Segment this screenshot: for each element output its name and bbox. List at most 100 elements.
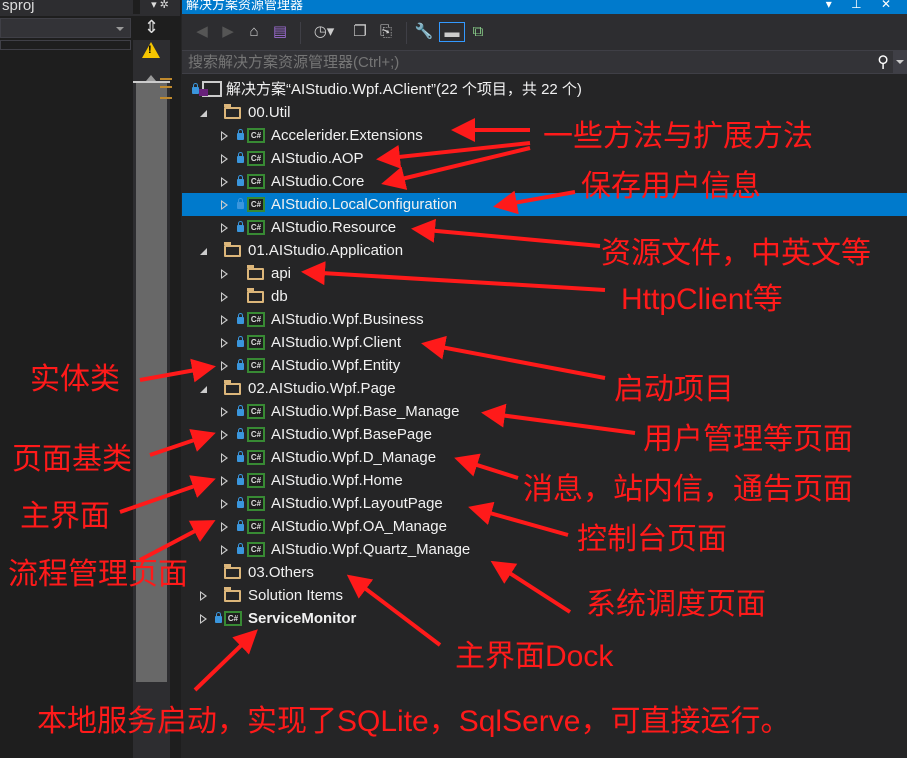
class-diagram-icon[interactable]: ⧉: [468, 22, 488, 42]
tree-item-label: ServiceMonitor: [248, 610, 357, 627]
switch-views-icon[interactable]: ▤: [270, 22, 290, 42]
tree-item-label: 01.AIStudio.Application: [248, 242, 404, 259]
collapsed-arrow-icon[interactable]: [221, 522, 228, 532]
folder-icon: [224, 104, 241, 119]
tree-item-label: 00.Util: [248, 104, 291, 121]
tree-item[interactable]: C# AIStudio.Wpf.Base_Manage: [182, 400, 907, 423]
member-dropdown[interactable]: [0, 18, 131, 38]
tree-item-label: 03.Others: [248, 564, 314, 581]
tree-item-label: AIStudio.LocalConfiguration: [271, 196, 457, 213]
annotation-user-mgmt: 用户管理等页面: [643, 423, 853, 456]
forward-icon[interactable]: ▶: [218, 22, 238, 42]
csharp-project-icon: C#: [247, 542, 265, 557]
tree-item-label: AIStudio.Wpf.BasePage: [271, 426, 432, 443]
annotation-scheduler: 系统调度页面: [586, 588, 766, 621]
collapsed-arrow-icon[interactable]: [221, 338, 228, 348]
lock-icon: [237, 359, 244, 370]
properties-icon[interactable]: 🔧: [414, 22, 434, 42]
tree-item[interactable]: C# AIStudio.Wpf.Entity: [182, 354, 907, 377]
collapsed-arrow-icon[interactable]: [221, 545, 228, 555]
tree-item[interactable]: C# ServiceMonitor: [182, 607, 907, 630]
collapsed-arrow-icon[interactable]: [200, 614, 207, 624]
panel-window-buttons[interactable]: ▾ ⊥ ✕: [826, 0, 899, 10]
tree-item[interactable]: db: [182, 285, 907, 308]
csharp-project-icon: C#: [247, 151, 265, 166]
tree-item[interactable]: C# AIStudio.Wpf.Quartz_Manage: [182, 538, 907, 561]
tree-item-label: AIStudio.Core: [271, 173, 365, 190]
tree-item[interactable]: 解决方案“AIStudio.Wpf.AClient”(22 个项目，共 22 个…: [182, 78, 907, 101]
tree-item[interactable]: C# AIStudio.Core: [182, 170, 907, 193]
collapsed-arrow-icon[interactable]: [221, 200, 228, 210]
annotation-entity: 实体类: [30, 363, 120, 396]
scrollbar-thumb[interactable]: [136, 82, 167, 682]
collapsed-arrow-icon[interactable]: [200, 591, 207, 601]
search-input[interactable]: [182, 51, 862, 73]
collapsed-arrow-icon[interactable]: [221, 430, 228, 440]
tree-item[interactable]: Solution Items: [182, 584, 907, 607]
folder-icon: [224, 380, 241, 395]
solution-icon: [199, 81, 222, 97]
annotation-startup: 启动项目: [614, 373, 734, 406]
split-icon[interactable]: ⇕: [133, 16, 170, 40]
collapsed-arrow-icon[interactable]: [221, 269, 228, 279]
warning-icon[interactable]: !: [142, 42, 160, 58]
tree-item[interactable]: C# AIStudio.LocalConfiguration: [182, 193, 907, 216]
tree-item-label: api: [271, 265, 292, 282]
lock-icon: [192, 83, 199, 94]
tree-item[interactable]: 02.AIStudio.Wpf.Page: [182, 377, 907, 400]
change-marker: [160, 97, 172, 99]
lock-icon: [237, 497, 244, 508]
expanded-arrow-icon[interactable]: [200, 386, 207, 393]
lock-icon: [237, 405, 244, 416]
annotation-workflow: 流程管理页面: [8, 558, 188, 591]
collapsed-arrow-icon[interactable]: [221, 499, 228, 509]
csharp-project-icon: C#: [247, 335, 265, 350]
collapsed-arrow-icon[interactable]: [221, 476, 228, 486]
preview-icon[interactable]: ▬: [439, 22, 465, 42]
document-tab-title[interactable]: sproj: [0, 0, 133, 16]
tree-item[interactable]: C# AIStudio.Resource: [182, 216, 907, 239]
folder-icon: [224, 564, 241, 579]
tree-item-label: Accelerider.Extensions: [271, 127, 423, 144]
collapsed-arrow-icon[interactable]: [221, 407, 228, 417]
expanded-arrow-icon[interactable]: [200, 248, 207, 255]
collapse-all-icon[interactable]: ❐: [350, 22, 370, 42]
collapsed-arrow-icon[interactable]: [221, 453, 228, 463]
csharp-project-icon: C#: [224, 611, 242, 626]
tree-item-label: AIStudio.Wpf.Business: [271, 311, 424, 328]
search-box[interactable]: ⚲: [182, 50, 907, 74]
tree-item[interactable]: 03.Others: [182, 561, 907, 584]
scroll-up-icon[interactable]: [146, 70, 156, 81]
folder-icon: [224, 587, 241, 602]
collapsed-arrow-icon[interactable]: [221, 131, 228, 141]
back-icon[interactable]: ◀: [192, 22, 212, 42]
tree-item[interactable]: C# AIStudio.Wpf.Business: [182, 308, 907, 331]
csharp-project-icon: C#: [247, 197, 265, 212]
search-icon[interactable]: ⚲: [877, 52, 889, 72]
annotation-extensions: 一些方法与扩展方法: [543, 120, 813, 153]
tree-item-label: 解决方案“AIStudio.Wpf.AClient”(22 个项目，共 22 个…: [226, 81, 582, 98]
change-marker: [160, 86, 172, 88]
collapsed-arrow-icon[interactable]: [221, 154, 228, 164]
collapsed-arrow-icon[interactable]: [221, 315, 228, 325]
home-icon[interactable]: ⌂: [244, 22, 264, 42]
tree-item-label: AIStudio.Wpf.Home: [271, 472, 403, 489]
lock-icon: [237, 152, 244, 163]
solution-tree: 解决方案“AIStudio.Wpf.AClient”(22 个项目，共 22 个…: [182, 78, 907, 630]
lock-icon: [237, 221, 244, 232]
annotation-user-info: 保存用户信息: [581, 170, 761, 203]
expanded-arrow-icon[interactable]: [200, 110, 207, 117]
collapsed-arrow-icon[interactable]: [221, 292, 228, 302]
toolbar-separator: [300, 22, 301, 44]
search-options-dropdown[interactable]: [893, 51, 907, 73]
lock-icon: [237, 520, 244, 531]
tree-item[interactable]: C# AIStudio.Wpf.Client: [182, 331, 907, 354]
collapsed-arrow-icon[interactable]: [221, 177, 228, 187]
toolbar: ◀ ▶ ⌂ ▤ ◷▾ ❐ ⎘ 🔧 ▬ ⧉: [182, 14, 907, 50]
collapsed-arrow-icon[interactable]: [221, 223, 228, 233]
collapsed-arrow-icon[interactable]: [221, 361, 228, 371]
show-all-files-icon[interactable]: ⎘: [376, 22, 396, 42]
tree-item[interactable]: C# AIStudio.Wpf.OA_Manage: [182, 515, 907, 538]
pending-changes-icon[interactable]: ◷▾: [308, 22, 340, 42]
lock-icon: [237, 451, 244, 462]
